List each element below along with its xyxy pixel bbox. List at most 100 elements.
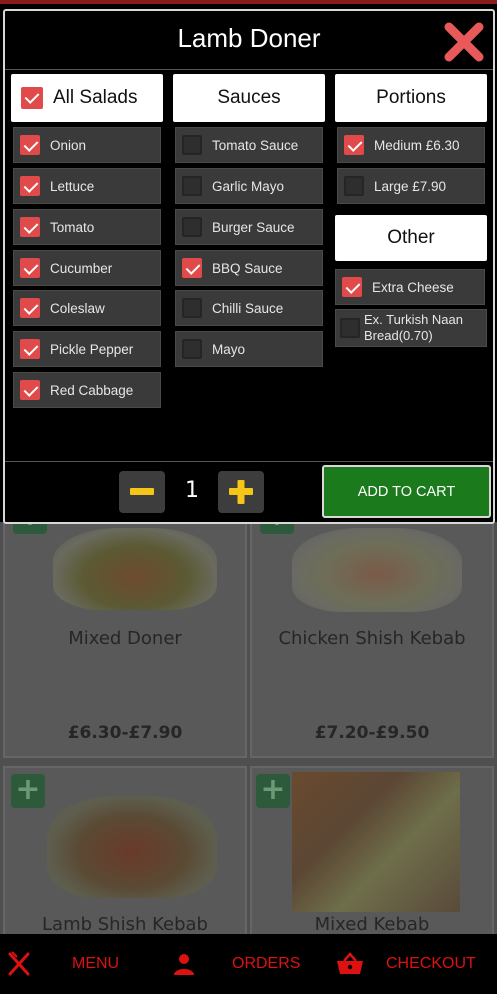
menu-card-lamb-shish-kebab[interactable]: + Lamb Shish Kebab [3,766,247,934]
option-label: Large £7.90 [374,178,447,194]
option-label: Extra Cheese [372,279,454,295]
checkbox[interactable] [20,339,40,359]
nav-menu-button[interactable]: MENU [6,934,126,994]
other-option-extra-cheese[interactable]: Extra Cheese [335,269,485,305]
checkbox[interactable] [182,176,202,196]
nav-orders-button[interactable]: ORDERS [172,934,302,994]
checkbox[interactable] [344,135,364,155]
option-label: Onion [50,137,87,153]
option-label: Ex. Turkish Naan Bread(0.70) [364,312,463,343]
checkbox[interactable] [182,258,202,278]
option-label: Mayo [212,341,246,357]
option-label: BBQ Sauce [212,260,283,276]
other-option-turkish-naan[interactable]: Ex. Turkish Naan Bread(0.70) [335,309,487,347]
portions-header: Portions [335,74,487,122]
portion-option-large[interactable]: Large £7.90 [337,168,485,204]
basket-icon [337,952,363,974]
option-label: Tomato Sauce [212,137,299,153]
add-item-icon[interactable]: + [256,774,290,808]
checkbox[interactable] [182,339,202,359]
portion-option-medium[interactable]: Medium £6.30 [337,127,485,163]
add-to-cart-button[interactable]: ADD TO CART [322,465,491,518]
checkbox[interactable] [182,217,202,237]
title-divider [5,69,493,70]
option-label: Garlic Mayo [212,178,285,194]
other-label: Other [387,227,435,248]
add-item-icon[interactable]: + [11,774,45,808]
nav-checkout-label: CHECKOUT [386,955,476,972]
option-label: Burger Sauce [212,219,295,235]
mixed-doner-image [53,528,217,610]
decrease-quantity-button[interactable] [119,471,165,513]
modal-title: Lamb Doner [177,23,321,53]
checkbox[interactable] [182,298,202,318]
checkbox[interactable] [344,176,364,196]
checkbox[interactable] [20,298,40,318]
menu-item-price: £6.30-£7.90 [67,723,183,743]
option-label: Red Cabbage [50,382,134,398]
add-to-cart-label: ADD TO CART [357,483,456,500]
fork-knife-icon [8,951,30,976]
option-label: Chilli Sauce [212,300,284,316]
salad-option-tomato[interactable]: Tomato [13,209,161,245]
mixed-kebab-image [292,772,460,912]
checkbox[interactable] [182,135,202,155]
salad-option-coleslaw[interactable]: Coleslaw [13,290,161,326]
menu-item-name: Chicken Shish Kebab [278,628,466,649]
checkbox[interactable] [20,258,40,278]
footer-divider [5,461,493,462]
menu-card-mixed-kebab[interactable]: + Mixed Kebab [250,766,494,934]
checkbox[interactable] [342,277,362,297]
option-label: Lettuce [50,178,95,194]
increase-quantity-button[interactable] [218,471,264,513]
option-label: Medium £6.30 [374,137,460,153]
sauce-option-burger-sauce[interactable]: Burger Sauce [175,209,323,245]
menu-card-mixed-doner[interactable]: + Mixed Doner £6.30-£7.90 [3,522,247,758]
checkbox[interactable] [20,217,40,237]
all-salads-checkbox[interactable] [21,87,43,109]
person-icon [174,954,194,975]
salad-option-cucumber[interactable]: Cucumber [13,250,161,286]
sauce-option-chilli-sauce[interactable]: Chilli Sauce [175,290,323,326]
menu-grid-background: + Mixed Doner £6.30-£7.90 + Chicken Shis… [0,522,497,934]
nav-menu-label: MENU [72,955,120,972]
bottom-navigation: MENU ORDERS CHECKOUT [0,934,497,994]
lamb-shish-kebab-image [47,796,217,898]
quantity-value: 1 [185,478,199,503]
menu-card-chicken-shish-kebab[interactable]: + Chicken Shish Kebab £7.20-£9.50 [250,522,494,758]
top-accent-strip [0,0,497,4]
plus-icon [229,480,253,504]
checkbox[interactable] [20,176,40,196]
option-label: Pickle Pepper [50,341,134,357]
nav-orders-label: ORDERS [232,955,301,972]
option-label: Tomato [50,219,95,235]
sauce-option-garlic-mayo[interactable]: Garlic Mayo [175,168,323,204]
sauce-option-tomato-sauce[interactable]: Tomato Sauce [175,127,323,163]
menu-item-name: Lamb Shish Kebab [42,914,208,934]
checkbox[interactable] [20,135,40,155]
sauce-option-mayo[interactable]: Mayo [175,331,323,367]
nav-checkout-button[interactable]: CHECKOUT [336,934,496,994]
option-label: Cucumber [50,260,113,276]
salad-option-pickle-pepper[interactable]: Pickle Pepper [13,331,161,367]
other-header: Other [335,215,487,261]
minus-icon [130,488,154,495]
salad-option-red-cabbage[interactable]: Red Cabbage [13,372,161,408]
salad-option-onion[interactable]: Onion [13,127,161,163]
option-label: Coleslaw [50,300,105,316]
salad-option-lettuce[interactable]: Lettuce [13,168,161,204]
portions-label: Portions [376,87,446,108]
sauce-option-bbq-sauce[interactable]: BBQ Sauce [175,250,323,286]
all-salads-label: All Salads [53,87,138,108]
menu-item-name: Mixed Doner [68,628,182,649]
checkbox[interactable] [20,380,40,400]
menu-item-name: Mixed Kebab [314,914,430,934]
all-salads-header[interactable]: All Salads [11,74,163,122]
sauces-header: Sauces [173,74,325,122]
close-icon[interactable] [441,19,487,65]
sauces-label: Sauces [217,87,281,108]
checkbox[interactable] [340,318,360,338]
chicken-shish-kebab-image [292,528,462,612]
menu-item-price: £7.20-£9.50 [314,723,430,743]
item-options-modal: Lamb Doner All Salads Sauces Portions On… [3,9,495,524]
